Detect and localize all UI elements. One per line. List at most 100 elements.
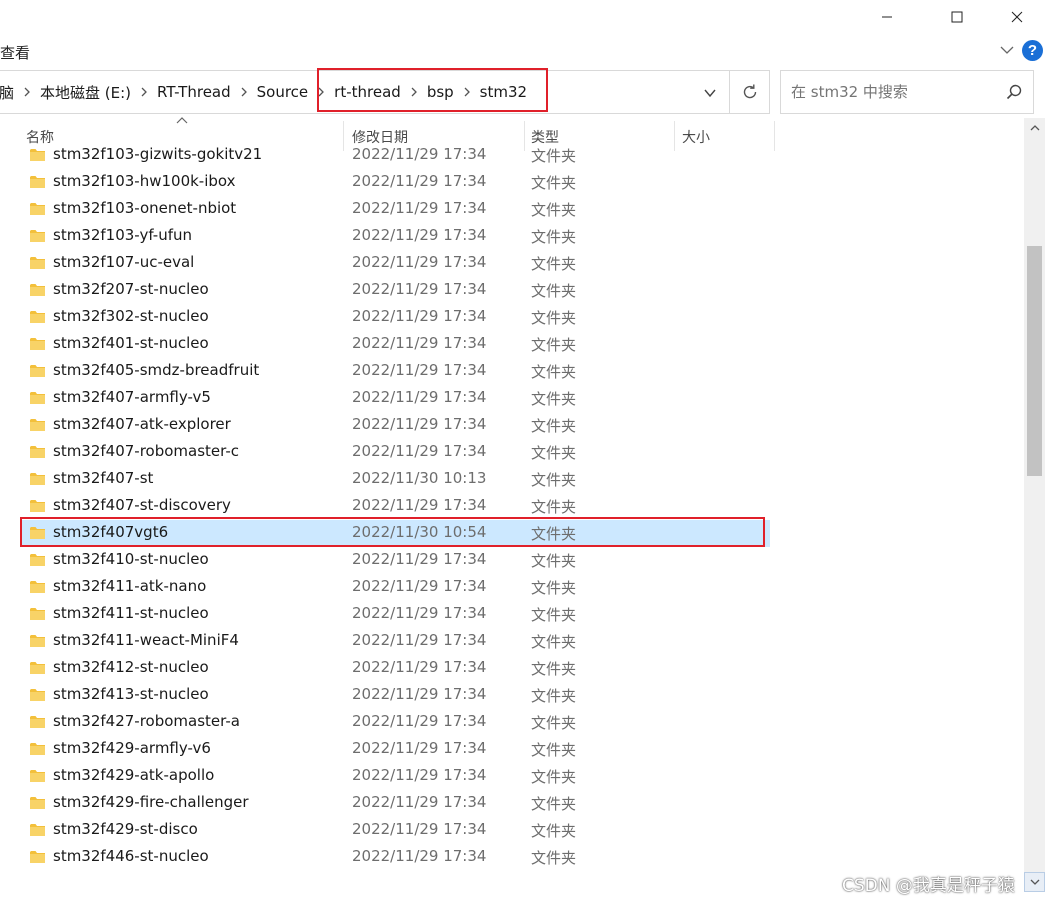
file-row[interactable]: stm32f405-smdz-breadfruit 2022/11/29 17:3… bbox=[20, 358, 770, 385]
file-modified: 2022/11/29 17:34 bbox=[352, 334, 487, 352]
file-type: 文件夹 bbox=[531, 822, 577, 840]
file-row[interactable]: stm32f429-fire-challenger 2022/11/29 17:3… bbox=[20, 790, 770, 817]
file-row[interactable]: stm32f207-st-nucleo 2022/11/29 17:34 文件夹 bbox=[20, 277, 770, 304]
file-name: stm32f103-gizwits-gokitv21 bbox=[53, 145, 263, 163]
file-modified: 2022/11/29 17:34 bbox=[352, 766, 487, 784]
maximize-button[interactable] bbox=[934, 0, 980, 34]
file-type: 文件夹 bbox=[531, 390, 577, 408]
file-modified: 2022/11/29 17:34 bbox=[352, 415, 487, 433]
file-row[interactable]: stm32f411-st-nucleo 2022/11/29 17:34 文件夹 bbox=[20, 601, 770, 628]
file-type: 文件夹 bbox=[531, 336, 577, 354]
breadcrumb-item-source[interactable]: Source bbox=[257, 83, 309, 101]
file-row[interactable]: stm32f401-st-nucleo 2022/11/29 17:34 文件夹 bbox=[20, 331, 770, 358]
breadcrumb-item-rt-thread[interactable]: RT-Thread bbox=[157, 83, 231, 101]
chevron-right-icon[interactable] bbox=[231, 87, 257, 97]
file-row[interactable]: stm32f107-uc-eval 2022/11/29 17:34 文件夹 bbox=[20, 250, 770, 277]
file-row[interactable]: stm32f427-robomaster-a 2022/11/29 17:34 文件… bbox=[20, 709, 770, 736]
file-row[interactable]: stm32f429-armfly-v6 2022/11/29 17:34 文件夹 bbox=[20, 736, 770, 763]
minimize-button[interactable] bbox=[864, 0, 910, 34]
file-type: 文件夹 bbox=[531, 363, 577, 381]
file-type: 文件夹 bbox=[531, 768, 577, 786]
file-type: 文件夹 bbox=[531, 741, 577, 759]
file-modified: 2022/11/29 17:34 bbox=[352, 307, 487, 325]
file-row[interactable]: stm32f407-st 2022/11/30 10:13 文件夹 bbox=[20, 466, 770, 493]
file-type: 文件夹 bbox=[531, 147, 577, 165]
file-name: stm32f407-atk-explorer bbox=[53, 415, 231, 433]
file-row[interactable]: stm32f411-atk-nano 2022/11/29 17:34 文件夹 bbox=[20, 574, 770, 601]
chevron-right-icon[interactable] bbox=[14, 87, 40, 97]
file-type: 文件夹 bbox=[531, 471, 577, 489]
file-modified: 2022/11/29 17:34 bbox=[352, 145, 487, 163]
file-list: stm32f103-gizwits-gokitv21 2022/11/29 17:… bbox=[0, 145, 1024, 872]
file-name: stm32f412-st-nucleo bbox=[53, 658, 209, 676]
search-input[interactable] bbox=[791, 83, 991, 101]
file-modified: 2022/11/29 17:34 bbox=[352, 226, 487, 244]
file-type: 文件夹 bbox=[531, 606, 577, 624]
file-modified: 2022/11/29 17:34 bbox=[352, 604, 487, 622]
file-row[interactable]: stm32f407-armfly-v5 2022/11/29 17:34 文件夹 bbox=[20, 385, 770, 412]
folder-icon bbox=[30, 770, 45, 782]
folder-icon bbox=[30, 149, 45, 161]
file-row[interactable]: stm32f103-onenet-nbiot 2022/11/29 17:34 文件… bbox=[20, 196, 770, 223]
folder-icon bbox=[30, 365, 45, 377]
file-type: 文件夹 bbox=[531, 714, 577, 732]
file-row[interactable]: stm32f407-atk-explorer 2022/11/29 17:34 文件… bbox=[20, 412, 770, 439]
file-type: 文件夹 bbox=[531, 309, 577, 327]
close-button[interactable] bbox=[994, 0, 1040, 34]
file-name: stm32f429-fire-challenger bbox=[53, 793, 249, 811]
folder-icon bbox=[30, 662, 45, 674]
folder-icon bbox=[30, 203, 45, 215]
file-modified: 2022/11/29 17:34 bbox=[352, 712, 487, 730]
file-name: stm32f103-yf-ufun bbox=[53, 226, 193, 244]
file-row[interactable]: stm32f429-atk-apollo 2022/11/29 17:34 文件夹 bbox=[20, 763, 770, 790]
folder-icon bbox=[30, 716, 45, 728]
breadcrumb-item-pc[interactable]: 脑 bbox=[0, 82, 14, 103]
ribbon-expand-button[interactable] bbox=[999, 42, 1015, 62]
file-modified: 2022/11/29 17:34 bbox=[352, 820, 487, 838]
folder-icon bbox=[30, 419, 45, 431]
file-modified: 2022/11/29 17:34 bbox=[352, 496, 487, 514]
file-row[interactable]: stm32f103-gizwits-gokitv21 2022/11/29 17:… bbox=[20, 145, 770, 169]
file-row[interactable]: stm32f103-yf-ufun 2022/11/29 17:34 文件夹 bbox=[20, 223, 770, 250]
file-row[interactable]: stm32f411-weact-MiniF4 2022/11/29 17:34 文件… bbox=[20, 628, 770, 655]
folder-icon bbox=[30, 581, 45, 593]
search-icon[interactable] bbox=[1005, 83, 1023, 101]
address-history-dropdown[interactable] bbox=[697, 83, 723, 103]
file-name: stm32f103-onenet-nbiot bbox=[53, 199, 237, 217]
folder-icon bbox=[30, 446, 45, 458]
folder-icon bbox=[30, 500, 45, 512]
folder-icon bbox=[30, 608, 45, 620]
file-modified: 2022/11/29 17:34 bbox=[352, 442, 487, 460]
folder-icon bbox=[30, 851, 45, 863]
file-row[interactable]: stm32f410-st-nucleo 2022/11/29 17:34 文件夹 bbox=[20, 547, 770, 574]
file-name: stm32f407-armfly-v5 bbox=[53, 388, 211, 406]
file-row[interactable]: stm32f413-st-nucleo 2022/11/29 17:34 文件夹 bbox=[20, 682, 770, 709]
help-icon[interactable]: ? bbox=[1022, 40, 1043, 61]
scroll-down-button[interactable] bbox=[1024, 872, 1045, 892]
search-box[interactable] bbox=[780, 70, 1034, 114]
file-row[interactable]: stm32f446-st-nucleo 2022/11/29 17:34 文件夹 bbox=[20, 844, 770, 871]
breadcrumb-item-drive[interactable]: 本地磁盘 (E:) bbox=[40, 82, 131, 103]
file-row[interactable]: stm32f407-robomaster-c 2022/11/29 17:34 文件… bbox=[20, 439, 770, 466]
refresh-icon bbox=[743, 84, 756, 99]
file-row[interactable]: stm32f302-st-nucleo 2022/11/29 17:34 文件夹 bbox=[20, 304, 770, 331]
scroll-thumb[interactable] bbox=[1027, 246, 1042, 476]
maximize-icon bbox=[951, 11, 963, 23]
file-name: stm32f429-atk-apollo bbox=[53, 766, 215, 784]
file-row[interactable]: stm32f412-st-nucleo 2022/11/29 17:34 文件夹 bbox=[20, 655, 770, 682]
file-row[interactable]: stm32f103-hw100k-ibox 2022/11/29 17:34 文件夹 bbox=[20, 169, 770, 196]
chevron-right-icon[interactable] bbox=[131, 87, 157, 97]
scroll-up-button[interactable] bbox=[1024, 118, 1045, 138]
file-name: stm32f413-st-nucleo bbox=[53, 685, 209, 703]
ribbon-tab-view[interactable]: 查看 bbox=[0, 42, 30, 63]
folder-icon bbox=[30, 689, 45, 701]
file-row[interactable]: stm32f429-st-disco 2022/11/29 17:34 文件夹 bbox=[20, 817, 770, 844]
file-type: 文件夹 bbox=[531, 417, 577, 435]
file-type: 文件夹 bbox=[531, 687, 577, 705]
file-name: stm32f427-robomaster-a bbox=[53, 712, 240, 730]
file-type: 文件夹 bbox=[531, 282, 577, 300]
refresh-button[interactable] bbox=[729, 70, 770, 114]
vertical-scrollbar[interactable] bbox=[1024, 118, 1045, 872]
file-row[interactable]: stm32f407-st-discovery 2022/11/29 17:34 文件… bbox=[20, 493, 770, 520]
file-modified: 2022/11/29 17:34 bbox=[352, 739, 487, 757]
